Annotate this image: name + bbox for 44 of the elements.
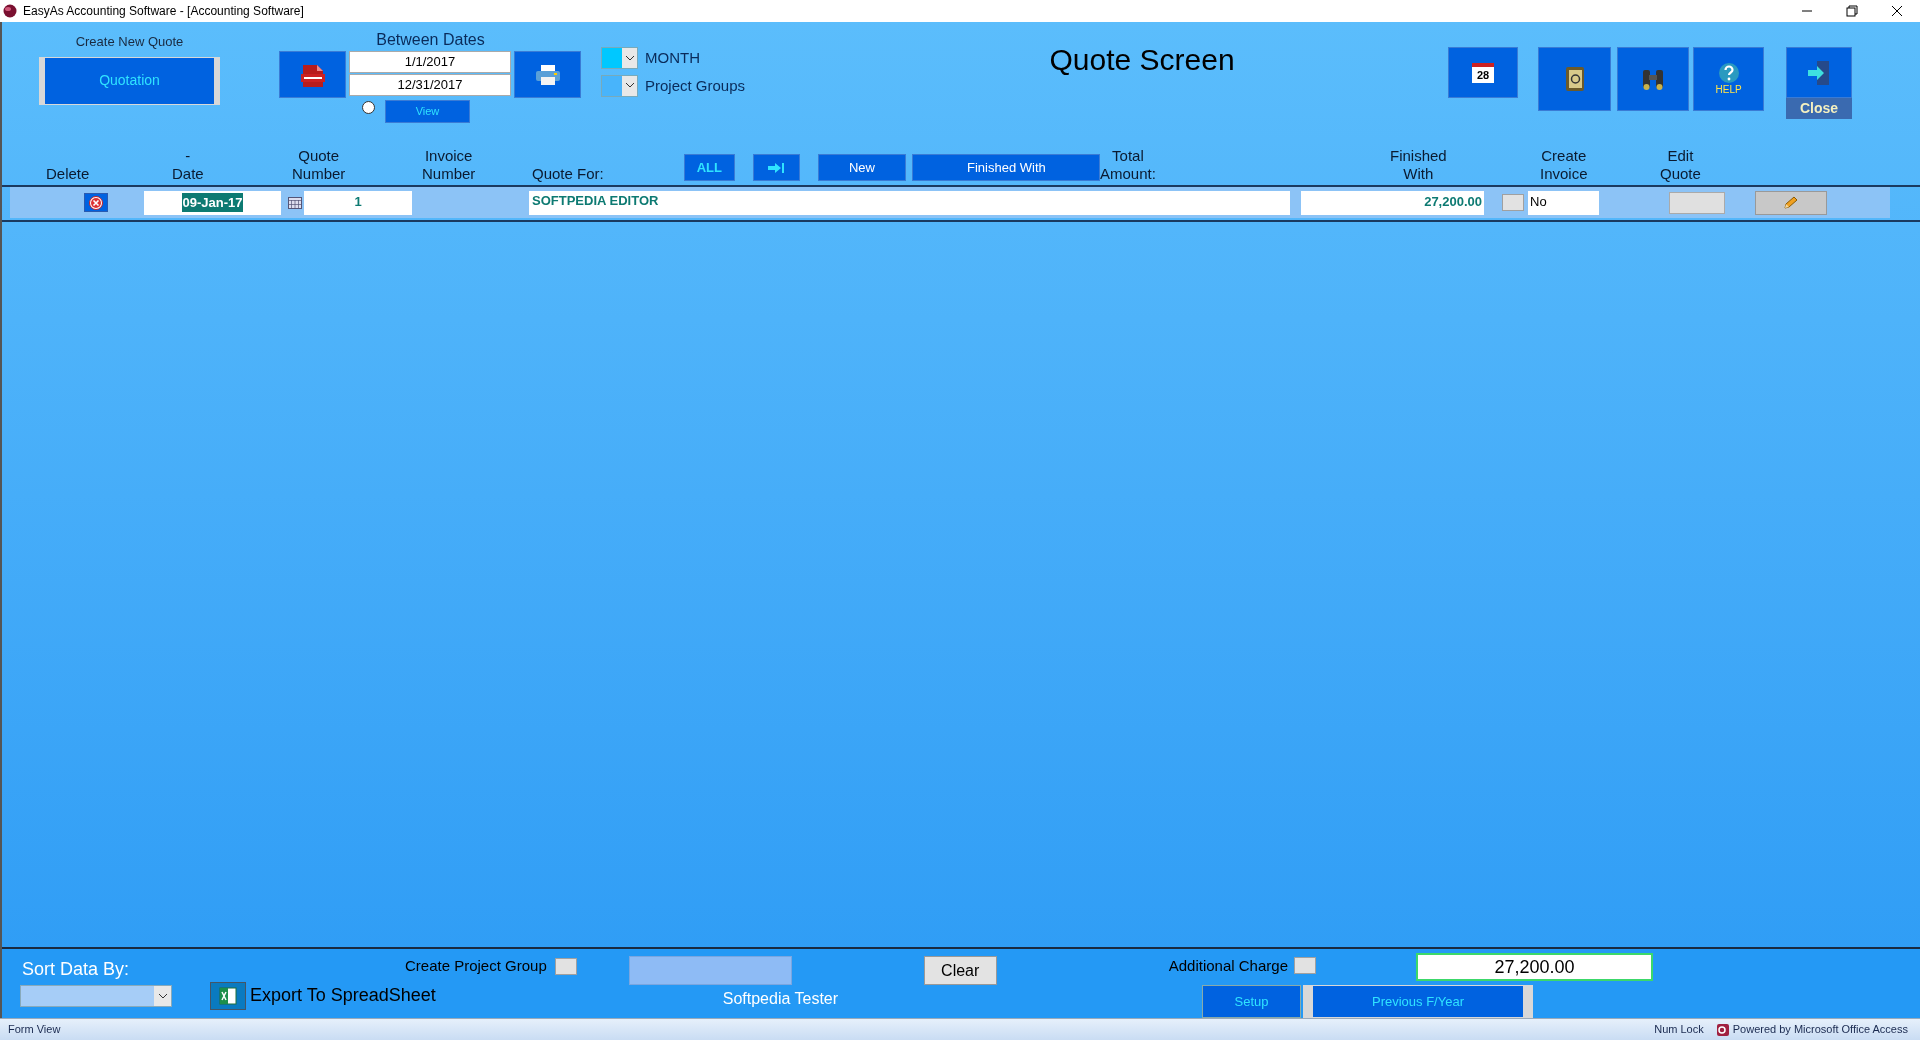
clear-button[interactable]: Clear	[923, 956, 997, 985]
total-amount-cell[interactable]: 27,200.00	[1301, 190, 1484, 215]
window-title: EasyAs Accounting Software - [Accounting Software]	[23, 3, 304, 20]
column-header: Invoice Number	[422, 147, 476, 184]
additional-charge-label: Additional Charge	[1168, 956, 1288, 976]
user-name: Softpedia Tester	[722, 989, 840, 1009]
quote-row[interactable]: 09-Jan-17 1 SOFTPEDIA EDITOR 27,200.00 No	[10, 187, 1890, 218]
calendar-button[interactable]: 28	[1448, 47, 1519, 98]
column-header: - Date	[172, 147, 204, 184]
filter-button[interactable]: ALL	[683, 154, 735, 181]
sort-label: Sort Data By:	[22, 958, 131, 980]
quote-for-cell[interactable]: SOFTPEDIA EDITOR	[529, 190, 1290, 215]
date-from-field[interactable]: 1/1/2017	[349, 51, 511, 73]
between-dates-label: Between Dates	[375, 30, 486, 50]
filter-label: MONTH	[645, 48, 700, 68]
column-header: Finished With	[1390, 147, 1447, 184]
column-header: Edit Quote	[1660, 147, 1701, 184]
filter-button[interactable]: New	[818, 154, 906, 181]
export-label[interactable]: Export To SpreadSheet	[250, 982, 436, 1009]
date-cell[interactable]: 09-Jan-17	[144, 190, 281, 215]
help-button[interactable]: HELP	[1693, 47, 1765, 111]
finished-with-cell[interactable]: No	[1528, 190, 1599, 215]
quotation-button[interactable]: Quotation	[39, 56, 220, 105]
close-label[interactable]: Close	[1786, 98, 1853, 119]
column-header: Quote Number	[292, 147, 346, 184]
filter-label: Project Groups	[645, 75, 746, 96]
status-mode: Form View	[8, 1022, 61, 1038]
create-project-group-label: Create Project Group	[405, 956, 547, 976]
setup-button[interactable]: Setup	[1202, 985, 1301, 1018]
previous-year-button[interactable]: Previous F/Year	[1303, 985, 1533, 1018]
grand-total-field[interactable]: 27,200.00	[1416, 953, 1653, 981]
powered-by-label: Powered by Microsoft Office Access	[1732, 1022, 1908, 1038]
create-new-quote-label: Create New Quote	[75, 33, 184, 51]
date-to-field[interactable]: 12/31/2017	[349, 74, 511, 96]
view-button[interactable]: View	[385, 100, 470, 123]
filter-button[interactable]: Finished With	[912, 154, 1100, 181]
calendar-icon: 28	[1472, 62, 1495, 83]
column-header: Total Amount:	[1100, 147, 1156, 184]
num-lock-indicator: Num Lock	[1654, 1022, 1704, 1038]
screen-title: Quote Screen	[1049, 43, 1235, 76]
column-header: Quote For:	[532, 165, 604, 184]
column-header: Delete	[46, 165, 90, 184]
column-header: Create Invoice	[1540, 147, 1588, 184]
quote-number-cell[interactable]: 1	[304, 190, 412, 215]
